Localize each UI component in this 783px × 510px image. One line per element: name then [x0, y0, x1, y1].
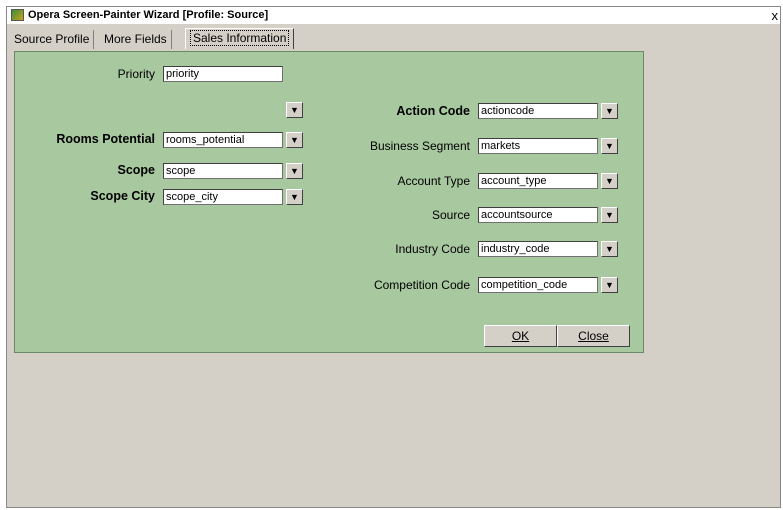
opera-app-icon	[11, 9, 24, 21]
source-field[interactable]: accountsource	[478, 207, 598, 223]
account-type-field[interactable]: account_type	[478, 173, 598, 189]
down-arrow-icon[interactable]: ▼	[601, 138, 618, 154]
down-arrow-icon[interactable]: ▼	[286, 132, 303, 148]
rooms-potential-label: Rooms Potential	[56, 132, 155, 146]
business-segment-field[interactable]: markets	[478, 138, 598, 154]
rooms-potential-field[interactable]: rooms_potential	[163, 132, 283, 148]
tab-label: Sales Information	[190, 30, 290, 46]
down-arrow-icon[interactable]: ▼	[601, 241, 618, 257]
ok-button[interactable]: OK	[484, 325, 557, 347]
business-segment-label: Business Segment	[369, 139, 470, 153]
source-label: Source	[431, 208, 470, 222]
down-arrow-icon[interactable]: ▼	[286, 102, 303, 118]
industry-code-field[interactable]: industry_code	[478, 241, 598, 257]
down-arrow-icon[interactable]: ▼	[286, 163, 303, 179]
down-arrow-icon[interactable]: ▼	[601, 103, 618, 119]
scope-city-label: Scope City	[90, 189, 155, 203]
tab-sales-information[interactable]: Sales Information	[185, 28, 295, 49]
title-bar: Opera Screen-Painter Wizard [Profile: So…	[7, 7, 780, 24]
down-arrow-icon[interactable]: ▼	[286, 189, 303, 205]
close-button-label: Close	[578, 329, 609, 343]
action-code-field[interactable]: actioncode	[478, 103, 598, 119]
competition-code-field[interactable]: competition_code	[478, 277, 598, 293]
tab-source-profile[interactable]: Source Profile	[10, 30, 95, 49]
scope-field[interactable]: scope	[163, 163, 283, 179]
tab-more-fields[interactable]: More Fields	[100, 30, 172, 49]
wizard-window: Opera Screen-Painter Wizard [Profile: So…	[6, 6, 781, 508]
scope-city-field[interactable]: scope_city	[163, 189, 283, 205]
down-arrow-icon[interactable]: ▼	[601, 277, 618, 293]
action-code-label: Action Code	[396, 104, 470, 118]
priority-label: Priority	[117, 67, 155, 81]
close-button[interactable]: Close	[557, 325, 630, 347]
sales-information-panel: Priority priority ▼ Rooms Potential room…	[14, 51, 644, 353]
industry-code-label: Industry Code	[395, 242, 470, 256]
scope-label: Scope	[117, 163, 155, 177]
competition-code-label: Competition Code	[373, 278, 470, 292]
tab-label: Source Profile	[14, 32, 90, 46]
account-type-label: Account Type	[397, 174, 471, 188]
priority-field[interactable]: priority	[163, 66, 283, 82]
tab-label: More Fields	[104, 32, 167, 46]
ok-button-label: OK	[511, 329, 530, 343]
close-icon[interactable]: x	[772, 7, 779, 24]
down-arrow-icon[interactable]: ▼	[601, 207, 618, 223]
down-arrow-icon[interactable]: ▼	[601, 173, 618, 189]
window-title: Opera Screen-Painter Wizard [Profile: So…	[28, 9, 269, 21]
